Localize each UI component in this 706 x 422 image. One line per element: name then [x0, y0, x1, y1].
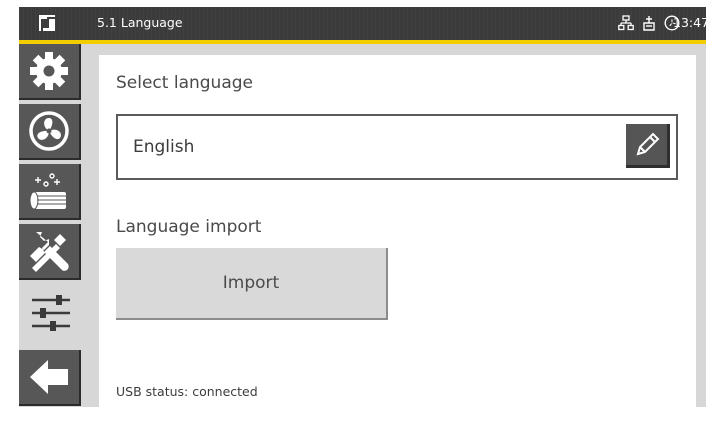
filter-icon [29, 173, 66, 210]
status-icons [618, 14, 680, 32]
sidebar-item-sliders[interactable] [19, 284, 83, 342]
gear-icon [30, 52, 68, 90]
edit-language-button[interactable] [626, 124, 670, 168]
page-title: 5.1 Language [97, 15, 183, 30]
language-value: English [133, 137, 195, 157]
sidebar [19, 44, 83, 407]
language-select[interactable]: English [116, 114, 678, 180]
language-import-label: Language import [116, 217, 262, 237]
import-button[interactable]: Import [116, 248, 388, 320]
title-bar: 5.1 Language 13:47 [19, 7, 706, 44]
network-icon [618, 15, 634, 31]
sidebar-item-fan[interactable] [19, 104, 81, 160]
tools-icon [30, 232, 69, 272]
sliders-icon [32, 295, 70, 331]
back-arrow-icon [30, 360, 68, 394]
select-language-label: Select language [116, 73, 253, 93]
sidebar-item-settings[interactable] [19, 44, 81, 100]
sidebar-item-service[interactable] [19, 224, 81, 280]
sidebar-item-filter[interactable] [19, 164, 81, 220]
device-screen: 5.1 Language 13:47 Select language Engli… [19, 7, 706, 407]
fan-icon [29, 111, 69, 151]
pencil-icon [636, 132, 659, 155]
usb-icon [643, 16, 655, 31]
sidebar-item-back[interactable] [19, 350, 81, 406]
brand-logo-icon [39, 15, 55, 31]
usb-status-text: USB status: connected [116, 384, 258, 399]
clock: 13:47 [673, 15, 706, 30]
language-panel: Select language English Language import … [99, 55, 696, 407]
